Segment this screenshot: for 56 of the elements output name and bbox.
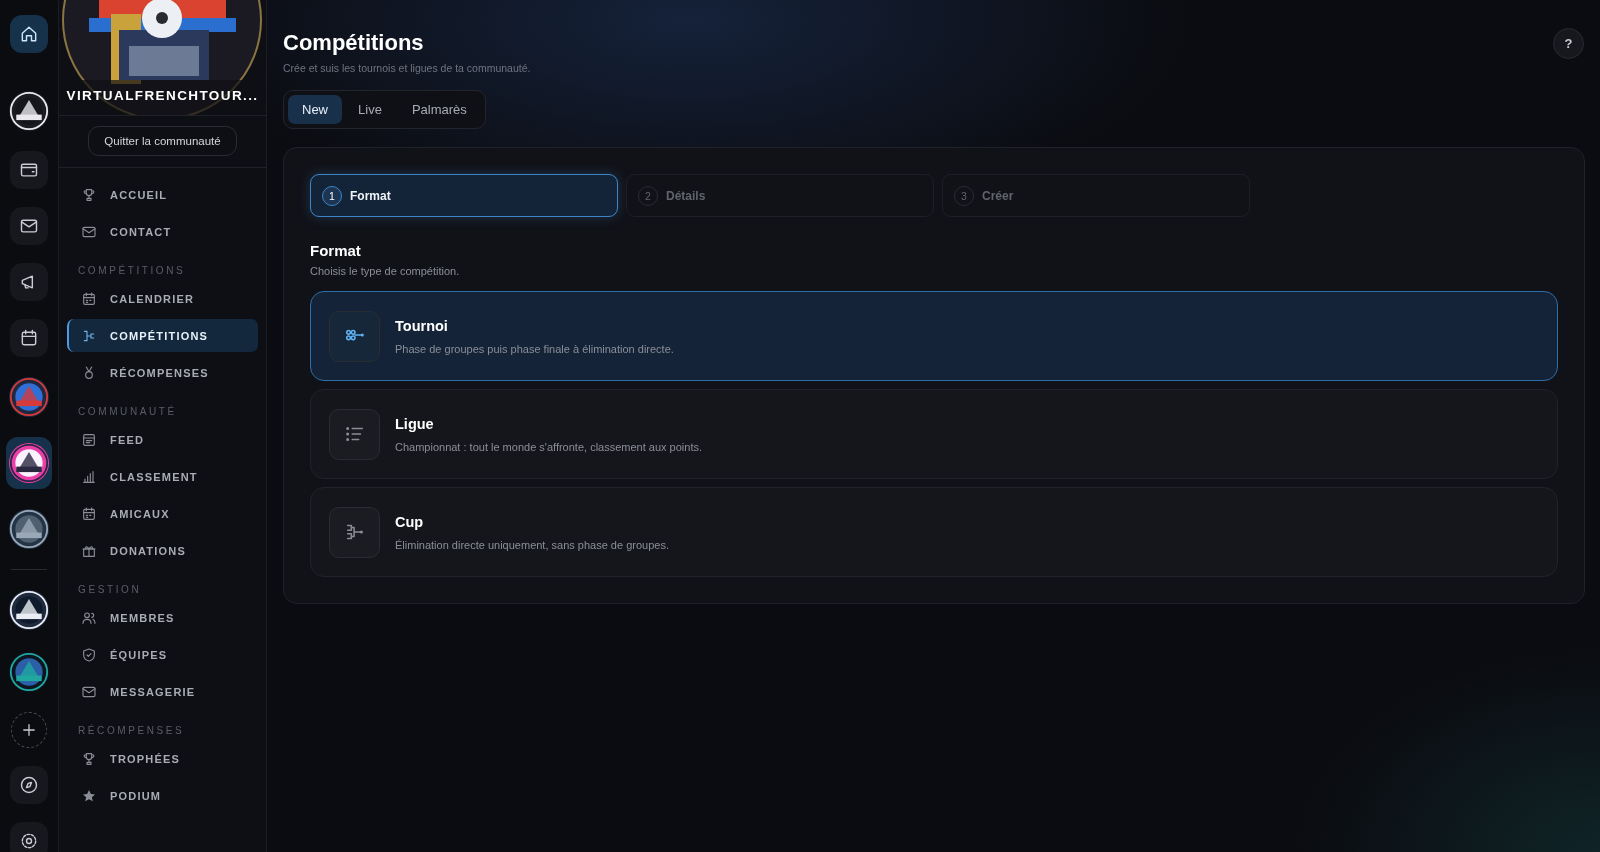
format-option[interactable]: Cup Élimination directe uniquement, sans phase de groupes. [310,487,1558,577]
leave-community-button[interactable]: Quitter la communauté [88,126,237,156]
bar-chart-icon [81,468,97,485]
nav-item[interactable]: CONTACT [67,215,258,248]
help-button[interactable]: ? [1553,28,1584,59]
nav-item[interactable]: AMICAUX [67,497,258,530]
calendar-icon [81,290,97,307]
rail-button[interactable] [10,319,48,357]
community-avatar[interactable] [6,437,52,489]
feed-icon [81,431,97,448]
nav-item[interactable]: COMPÉTITIONS [67,319,258,352]
nav-item[interactable]: ÉQUIPES [67,638,258,671]
wallet-icon [19,160,39,180]
tab[interactable]: Live [344,95,396,124]
tab[interactable]: Palmarès [397,95,481,124]
nav-item[interactable]: TROPHÉES [67,742,258,775]
home-icon [19,24,39,44]
section-heading: COMPÉTITIONS [77,263,187,278]
section-title: Format [310,242,362,259]
rail-button[interactable] [10,822,48,852]
nav-item[interactable]: CALENDRIER [67,282,258,315]
rail-button[interactable] [10,766,48,804]
nav-item[interactable]: DONATIONS [67,534,258,567]
trophy-icon [81,186,97,203]
nav-item[interactable]: ACCUEIL [67,178,258,211]
section-heading: GESTION [77,583,143,597]
format-option[interactable]: Tournoi Phase de groupes puis phase finale à élimination directe. [310,291,1558,381]
format-option[interactable]: Ligue Championnat : tout le monde s'affronte, classement aux points. [310,389,1558,479]
settings-icon [19,831,39,851]
shield-icon [81,646,97,663]
trophy-icon [81,750,97,767]
section-heading: COMMUNAUTÉ [77,404,178,419]
nav-item[interactable]: CLASSEMENT [67,460,258,493]
nav-item[interactable]: PODIUM [67,779,258,812]
calendar-icon [19,328,39,348]
wizard-step[interactable]: 1 Format [310,174,618,217]
compass-icon [19,775,39,795]
section-subtitle: Choisis le type de compétition. [310,265,461,277]
step-number: 1 [322,185,342,206]
nav-item[interactable]: FEED [67,423,258,456]
plus-icon [20,721,38,739]
calendar-icon [81,505,97,522]
mail-icon [19,216,39,236]
users-icon [81,609,97,626]
nav-item[interactable]: MEMBRES [67,601,258,634]
rail-button[interactable] [10,151,48,189]
nav-item[interactable]: MESSAGERIE [67,675,258,708]
nav-item[interactable]: RÉCOMPENSES [67,356,258,389]
rail-button[interactable] [10,207,48,245]
page-subtitle: Crée et suis les tournois et ligues de ta communauté. [283,62,531,74]
community-name: VIRTUALFRENCHTOUR... [65,88,260,103]
rail-button[interactable] [10,263,48,301]
page-title: Compétitions [283,30,424,56]
rail-button[interactable] [10,15,48,53]
tab[interactable]: New [288,95,342,124]
section-heading: RÉCOMPENSES [77,723,186,738]
